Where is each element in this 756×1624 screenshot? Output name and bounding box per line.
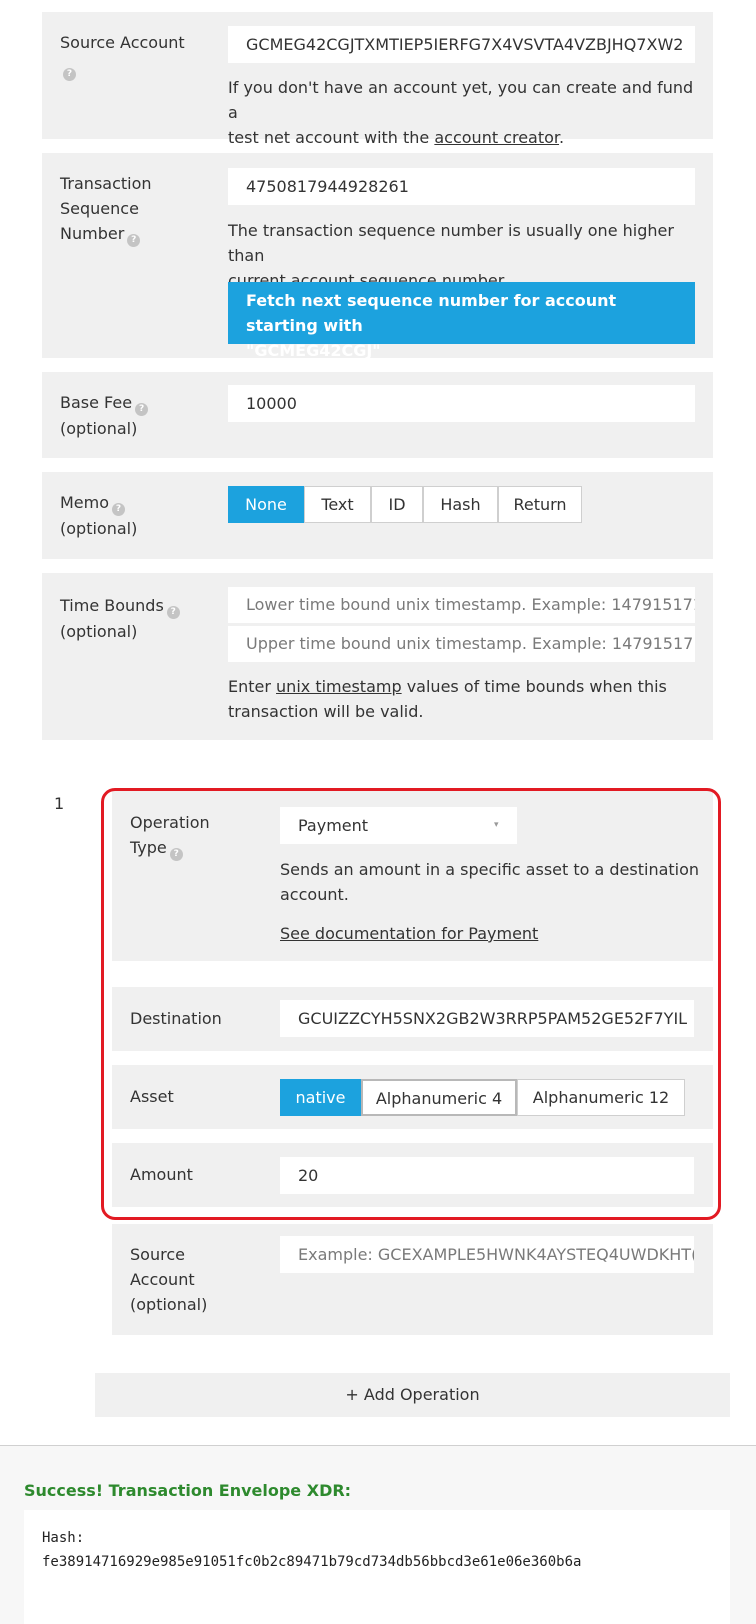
hash-value: fe38914716929e985e91051fc0b2c89471b79cd7… bbox=[42, 1554, 582, 1570]
lower-time-bound-input[interactable]: Lower time bound unix timestamp. Example… bbox=[228, 587, 695, 623]
operation-highlight-outline bbox=[101, 788, 721, 1220]
success-message: Success! Transaction Envelope XDR: bbox=[24, 1481, 352, 1500]
memo-type-selector: None Text ID Hash Return bbox=[228, 486, 582, 523]
operation-index: 1 bbox=[54, 794, 65, 813]
time-bounds-note: Enter unix timestamp values of time boun… bbox=[228, 677, 667, 721]
help-icon[interactable]: ? bbox=[112, 503, 126, 516]
memo-option-return[interactable]: Return bbox=[498, 486, 582, 523]
memo-row: Memo? (optional) None Text ID Hash Retur… bbox=[42, 472, 713, 559]
help-icon[interactable]: ? bbox=[166, 606, 180, 619]
time-bounds-row: Time Bounds? (optional) Lower time bound… bbox=[42, 573, 713, 740]
sequence-row: Transaction Sequence Number? 47508179449… bbox=[42, 153, 713, 360]
base-fee-label: Base Fee? (optional) bbox=[60, 390, 149, 441]
operation-source-account-input[interactable]: Example: GCEXAMPLE5HWNK4AYSTEQ4UWDKHT( bbox=[280, 1236, 694, 1273]
account-creator-link[interactable]: account creator bbox=[434, 128, 559, 147]
memo-option-hash[interactable]: Hash bbox=[423, 486, 498, 523]
time-bounds-label: Time Bounds? (optional) bbox=[60, 593, 180, 644]
base-fee-row: Base Fee? (optional) 10000 bbox=[42, 372, 713, 458]
fetch-sequence-button[interactable]: Fetch next sequence number for account s… bbox=[228, 282, 695, 360]
source-account-note: If you don't have an account yet, you ca… bbox=[228, 78, 694, 147]
memo-option-none[interactable]: None bbox=[228, 486, 304, 523]
sequence-input[interactable]: 4750817944928261 bbox=[228, 168, 695, 205]
source-account-label: Source Account ? bbox=[60, 33, 185, 81]
help-icon[interactable]: ? bbox=[135, 403, 149, 416]
operation-source-account-label: Source Account (optional) bbox=[130, 1245, 208, 1314]
upper-time-bound-input[interactable]: Upper time bound unix timestamp. Example… bbox=[228, 626, 695, 662]
memo-option-id[interactable]: ID bbox=[371, 486, 423, 523]
sequence-label: Transaction Sequence Number? bbox=[60, 174, 152, 247]
add-operation-button[interactable]: + Add Operation bbox=[95, 1373, 730, 1417]
help-icon[interactable]: ? bbox=[63, 68, 76, 81]
xdr-output: Hash: fe38914716929e985e91051fc0b2c89471… bbox=[24, 1510, 730, 1624]
source-account-input[interactable]: GCMEG42CGJTXMTIEP5IERFG7X4VSVTA4VZBJHQ7X… bbox=[228, 26, 695, 63]
hash-label: Hash: bbox=[42, 1530, 85, 1546]
operation-source-account-row: Source Account (optional) Example: GCEXA… bbox=[112, 1224, 713, 1335]
memo-label: Memo? (optional) bbox=[60, 493, 138, 538]
unix-timestamp-link[interactable]: unix timestamp bbox=[276, 677, 402, 696]
memo-option-text[interactable]: Text bbox=[304, 486, 371, 523]
base-fee-input[interactable]: 10000 bbox=[228, 385, 695, 422]
source-account-row: Source Account ? GCMEG42CGJTXMTIEP5IERFG… bbox=[42, 12, 713, 147]
help-icon[interactable]: ? bbox=[127, 234, 141, 247]
